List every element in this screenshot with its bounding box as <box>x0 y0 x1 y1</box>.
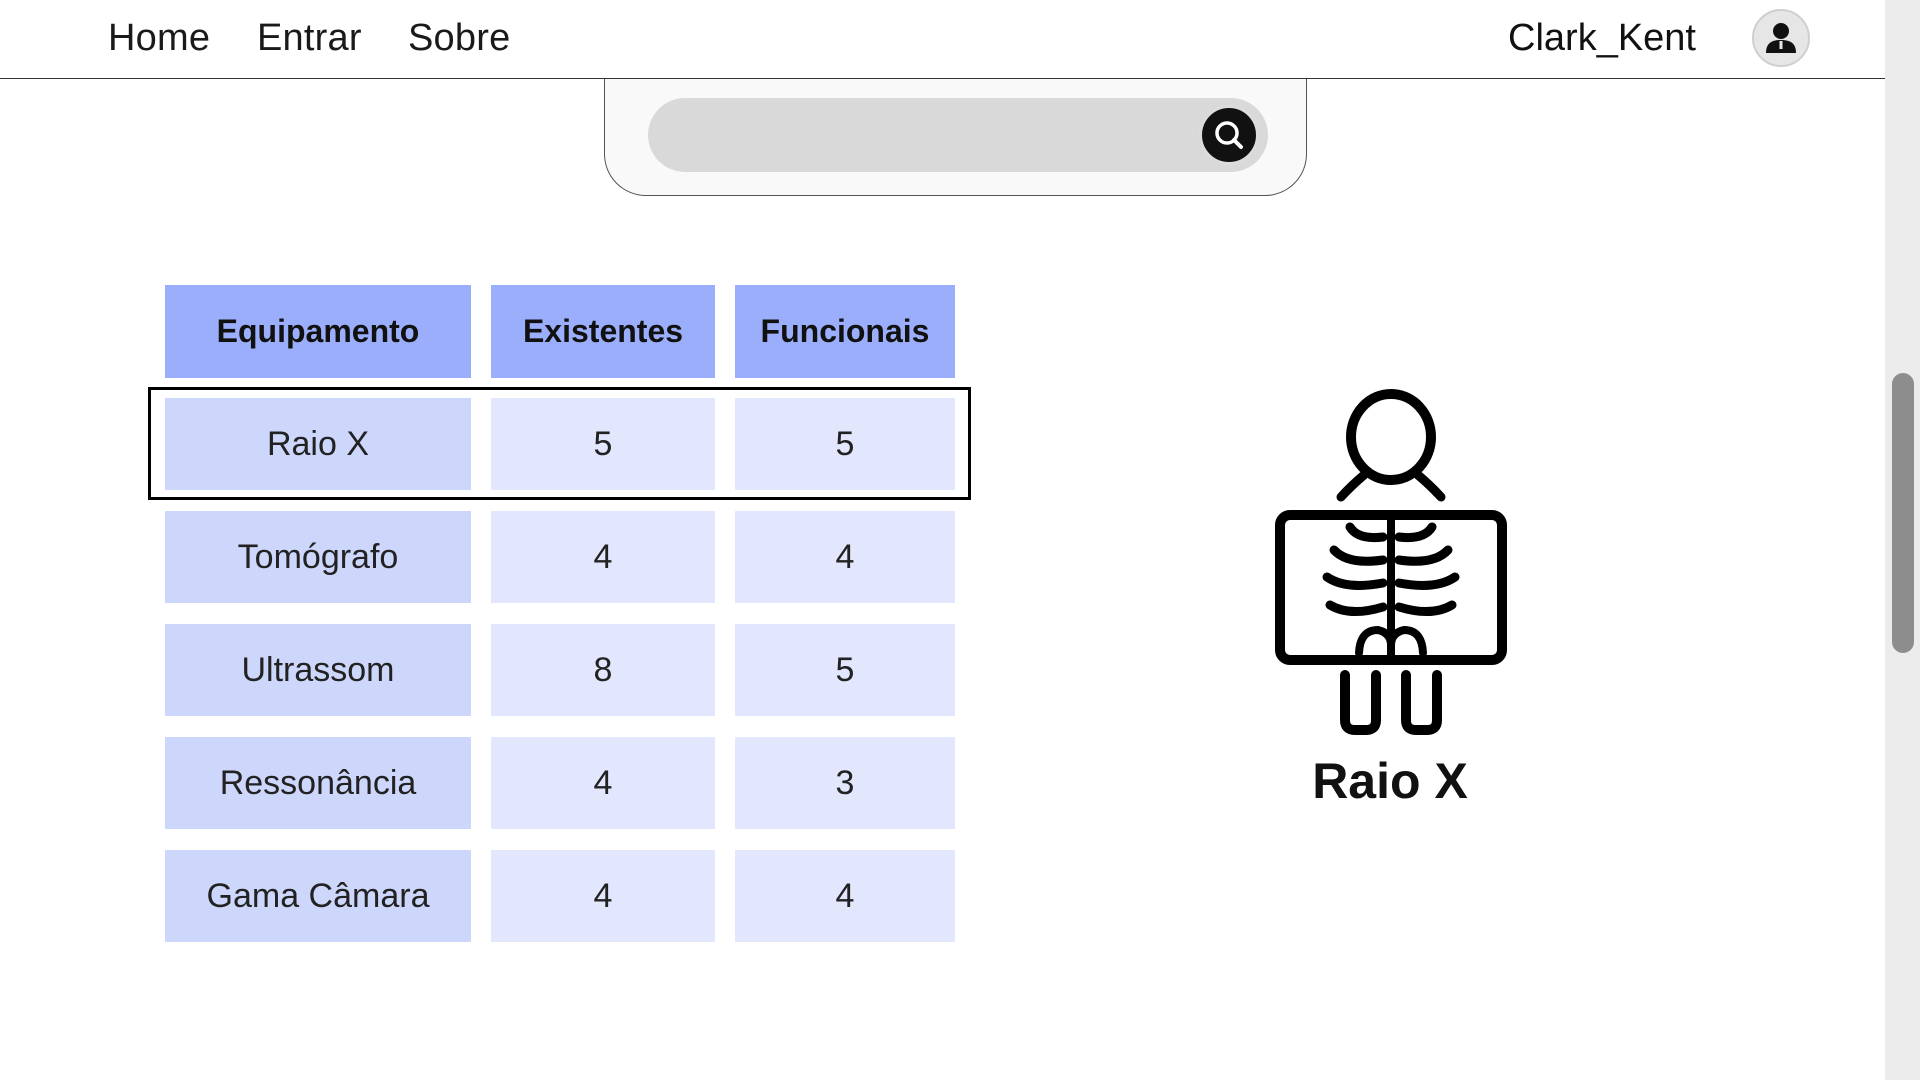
table-row-cell-equipamento[interactable]: Ressonância <box>165 737 471 829</box>
table-row-cell-existentes[interactable]: 4 <box>491 511 715 603</box>
table-row-cell-funcionais[interactable]: 4 <box>735 850 955 942</box>
preview-label: Raio X <box>1312 753 1468 809</box>
table-row-cell-funcionais[interactable]: 3 <box>735 737 955 829</box>
header-equipamento: Equipamento <box>165 285 471 378</box>
search-panel <box>604 60 1307 196</box>
table-row-cell-equipamento[interactable]: Tomógrafo <box>165 511 471 603</box>
table-row-cell-equipamento[interactable]: Ultrassom <box>165 624 471 716</box>
nav-link-sobre[interactable]: Sobre <box>408 17 510 60</box>
table-row-cell-funcionais[interactable]: 4 <box>735 511 955 603</box>
username[interactable]: Clark_Kent <box>1508 17 1696 60</box>
table-row-cell-existentes[interactable]: 4 <box>491 737 715 829</box>
user-icon <box>1766 23 1796 53</box>
xray-icon <box>1275 389 1507 735</box>
table-row-cell-existentes[interactable]: 8 <box>491 624 715 716</box>
search-input[interactable] <box>648 98 1268 172</box>
table-row-cell-existentes[interactable]: 4 <box>491 850 715 942</box>
top-nav-bar: Home Entrar Sobre Clark_Kent <box>0 0 1885 79</box>
nav-link-home[interactable]: Home <box>108 17 210 60</box>
table-row-cell-existentes[interactable]: 5 <box>491 398 715 490</box>
header-funcionais: Funcionais <box>735 285 955 378</box>
table-row-cell-funcionais[interactable]: 5 <box>735 624 955 716</box>
header-existentes: Existentes <box>491 285 715 378</box>
nav-link-entrar[interactable]: Entrar <box>257 17 362 60</box>
table-row-cell-funcionais[interactable]: 5 <box>735 398 955 490</box>
search-button[interactable] <box>1199 105 1259 165</box>
table-row-cell-equipamento[interactable]: Gama Câmara <box>165 850 471 942</box>
avatar[interactable] <box>1752 9 1810 67</box>
scrollbar-thumb[interactable] <box>1892 373 1914 653</box>
search-icon <box>1215 121 1243 149</box>
table-row-cell-equipamento[interactable]: Raio X <box>165 398 471 490</box>
